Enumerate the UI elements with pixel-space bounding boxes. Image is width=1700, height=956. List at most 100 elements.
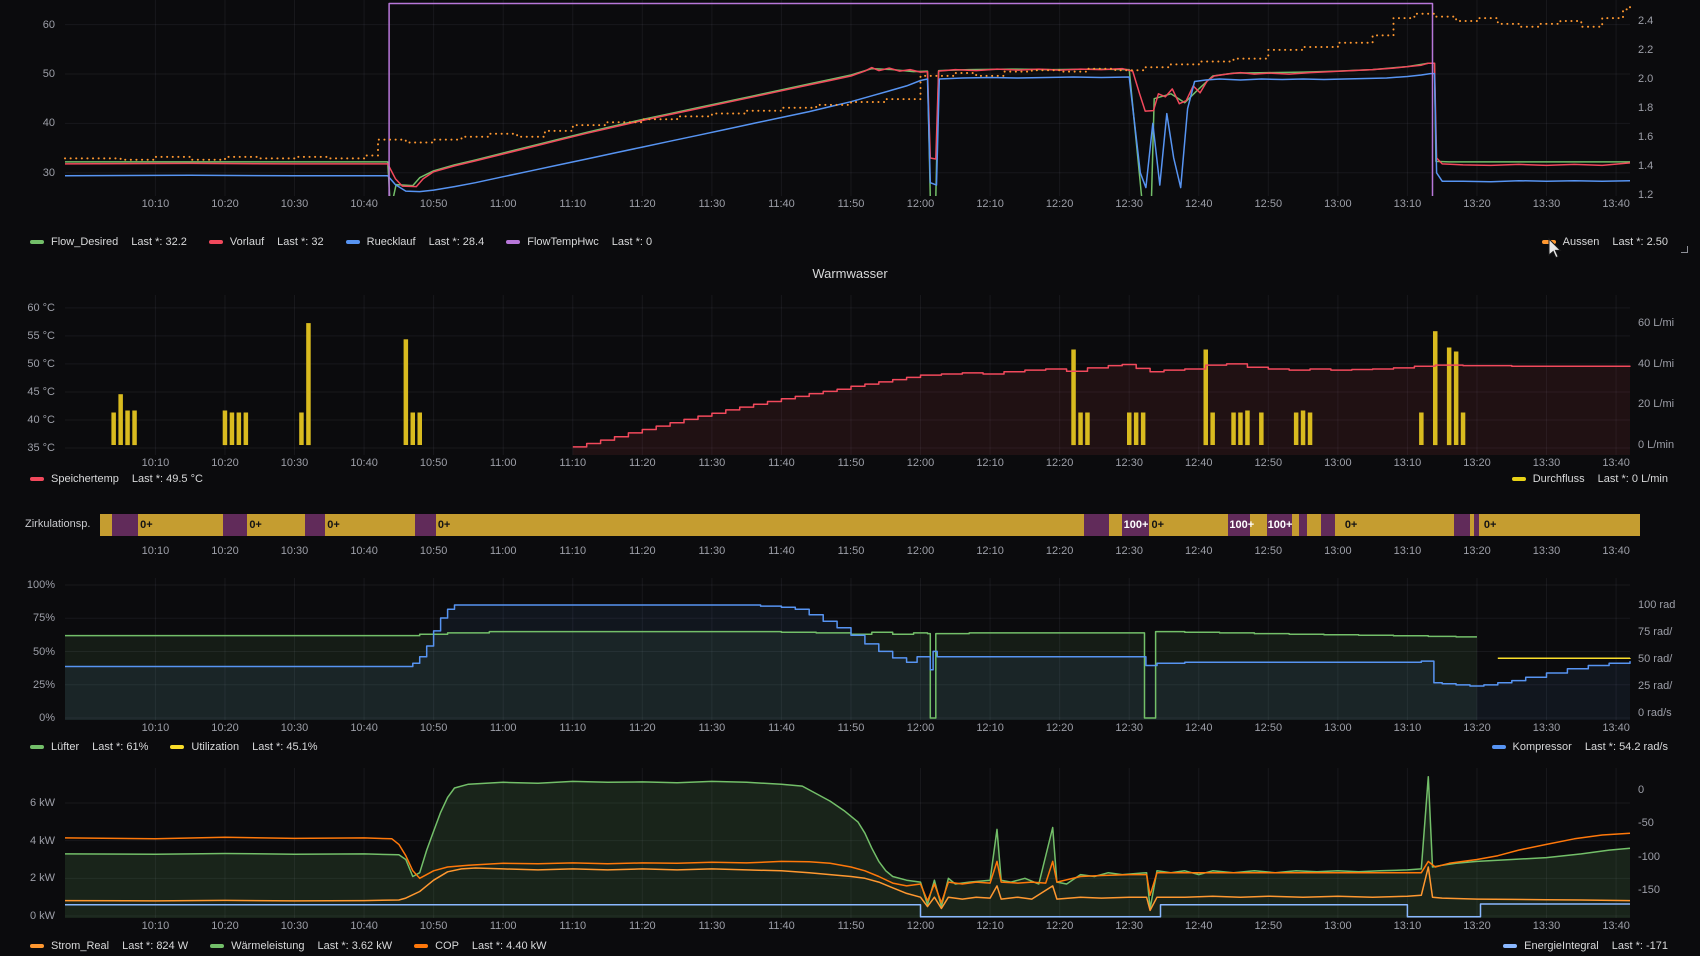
x-tick-label-warmwasser: 13:00	[1314, 457, 1362, 469]
grafana-dashboard: Warmwasser Zirkulationsp. 605040302.42.2…	[0, 0, 1700, 956]
x-tick-label-percent: 13:20	[1453, 722, 1501, 734]
legend-last-value: Last *: 4.40 kW	[472, 940, 547, 952]
y-axis-label-left-percent: 25%	[0, 678, 55, 692]
y-axis-label-right-heizkreis: 2.4	[1638, 14, 1653, 28]
legend-item-vorlauf[interactable]: VorlaufLast *: 32	[209, 236, 324, 248]
y-axis-label-left-power: 4 kW	[0, 834, 55, 848]
legend-item-energieintegral[interactable]: EnergieIntegralLast *: -171	[1503, 940, 1668, 952]
legend-item-cop[interactable]: COP Last *: 4.40 kW	[414, 940, 546, 952]
state-value-label: 0+	[438, 514, 451, 536]
state-segment-alt[interactable]	[112, 514, 138, 536]
y-axis-label-right-warmwasser: 60 L/mi	[1638, 316, 1674, 330]
y-axis-label-right-percent: 50 rad/	[1638, 652, 1672, 666]
state-segment-alt[interactable]	[223, 514, 247, 536]
y-axis-label-right-power: 0	[1638, 783, 1644, 797]
x-tick-label-percent: 10:40	[340, 722, 388, 734]
legend-series-name: COP	[435, 940, 459, 952]
x-tick-label-heizkreis: 10:20	[201, 198, 249, 210]
state-segment-alt[interactable]	[1321, 514, 1335, 536]
x-tick-label-percent: 10:20	[201, 722, 249, 734]
x-tick-label-warmwasser: 10:20	[201, 457, 249, 469]
y-axis-label-left-warmwasser: 50 °C	[0, 357, 55, 371]
legend-item-l-fter[interactable]: LüfterLast *: 61%	[30, 741, 148, 753]
chart-percent[interactable]	[0, 578, 1700, 720]
legend-last-value: Last *: 0	[612, 236, 652, 248]
state-segment-alt[interactable]	[1454, 514, 1470, 536]
x-tick-label-percent: 11:10	[549, 722, 597, 734]
x-tick-label-zirkulation: 11:30	[688, 545, 736, 557]
legend-last-value: Last *: 824 W	[122, 940, 188, 952]
x-tick-label-warmwasser: 12:00	[897, 457, 945, 469]
x-tick-label-zirkulation: 12:00	[897, 545, 945, 557]
legend-series-name: Lüfter	[51, 741, 79, 753]
legend-series-name: Utilization	[191, 741, 239, 753]
y-axis-label-left-power: 2 kW	[0, 871, 55, 885]
panel-resize-handle-icon[interactable]	[1681, 246, 1688, 253]
chart-power[interactable]	[0, 768, 1700, 918]
legend-swatch	[506, 240, 520, 244]
legend-item-strom-real[interactable]: Strom_RealLast *: 824 W	[30, 940, 188, 952]
x-tick-label-heizkreis: 12:20	[1036, 198, 1084, 210]
legend-item-flowtemphwc[interactable]: FlowTempHwcLast *: 0	[506, 236, 652, 248]
legend-item-durchfluss[interactable]: DurchflussLast *: 0 L/min	[1512, 473, 1668, 485]
legend-item-ruecklauf[interactable]: RuecklaufLast *: 28.4	[346, 236, 485, 248]
legend-swatch	[1512, 477, 1526, 481]
x-tick-label-power: 10:10	[131, 920, 179, 932]
legend-swatch	[30, 240, 44, 244]
x-tick-label-power: 12:30	[1105, 920, 1153, 932]
y-axis-label-left-percent: 0%	[0, 711, 55, 725]
legend-percent-left: LüfterLast *: 61% UtilizationLast *: 45.1…	[30, 741, 318, 753]
legend-series-name: Durchfluss	[1533, 473, 1585, 485]
legend-heizkreis-left: Flow_DesiredLast *: 32.2 VorlaufLast *: 3…	[30, 236, 652, 248]
y-axis-label-left-power: 6 kW	[0, 796, 55, 810]
mouse-cursor-icon	[1548, 238, 1564, 260]
legend-swatch	[1503, 944, 1517, 948]
x-tick-label-warmwasser: 13:20	[1453, 457, 1501, 469]
legend-last-value: Last *: 32	[277, 236, 323, 248]
x-tick-label-heizkreis: 13:40	[1592, 198, 1640, 210]
y-axis-label-right-percent: 25 rad/	[1638, 679, 1672, 693]
state-segment-alt[interactable]	[1474, 514, 1479, 536]
x-tick-label-power: 13:10	[1383, 920, 1431, 932]
state-segment-alt[interactable]	[305, 514, 325, 536]
x-tick-label-power: 12:00	[897, 920, 945, 932]
x-tick-label-heizkreis: 10:40	[340, 198, 388, 210]
x-tick-label-percent: 11:50	[827, 722, 875, 734]
state-segment-alt[interactable]	[1299, 514, 1307, 536]
legend-swatch	[30, 944, 44, 948]
legend-series-name: Speichertemp	[51, 473, 119, 485]
y-axis-label-left-warmwasser: 40 °C	[0, 413, 55, 427]
legend-swatch	[346, 240, 360, 244]
state-segment-alt[interactable]	[415, 514, 436, 536]
x-tick-label-warmwasser: 11:50	[827, 457, 875, 469]
legend-item-kompressor[interactable]: KompressorLast *: 54.2 rad/s	[1492, 741, 1668, 753]
x-tick-label-warmwasser: 12:10	[966, 457, 1014, 469]
legend-item-speichertemp[interactable]: SpeichertempLast *: 49.5 °C	[30, 473, 203, 485]
x-tick-label-power: 13:00	[1314, 920, 1362, 932]
legend-item-w-rmeleistung[interactable]: WärmeleistungLast *: 3.62 kW	[210, 940, 392, 952]
legend-series-name: Kompressor	[1513, 741, 1572, 753]
legend-power-right: EnergieIntegralLast *: -171	[1503, 940, 1668, 952]
y-axis-label-right-power: -50	[1638, 816, 1654, 830]
chart-warmwasser[interactable]	[0, 295, 1700, 455]
x-tick-label-heizkreis: 12:30	[1105, 198, 1153, 210]
legend-percent-right: KompressorLast *: 54.2 rad/s	[1492, 741, 1668, 753]
x-tick-label-zirkulation: 10:50	[410, 545, 458, 557]
x-tick-label-warmwasser: 12:40	[1175, 457, 1223, 469]
x-tick-label-power: 10:40	[340, 920, 388, 932]
y-axis-label-right-percent: 0 rad/s	[1638, 706, 1672, 720]
x-tick-label-percent: 12:20	[1036, 722, 1084, 734]
x-tick-label-power: 12:10	[966, 920, 1014, 932]
legend-warmwasser-right: DurchflussLast *: 0 L/min	[1512, 473, 1668, 485]
chart-heizkreis[interactable]	[0, 0, 1700, 196]
x-tick-label-percent: 12:10	[966, 722, 1014, 734]
y-axis-label-right-warmwasser: 0 L/min	[1638, 438, 1674, 452]
state-segment-alt[interactable]	[1084, 514, 1109, 536]
y-axis-label-left-heizkreis: 30	[0, 166, 55, 180]
x-tick-label-warmwasser: 10:40	[340, 457, 388, 469]
x-tick-label-power: 10:20	[201, 920, 249, 932]
legend-item-flow-desired[interactable]: Flow_DesiredLast *: 32.2	[30, 236, 187, 248]
legend-item-utilization[interactable]: UtilizationLast *: 45.1%	[170, 741, 317, 753]
x-tick-label-warmwasser: 10:10	[131, 457, 179, 469]
x-tick-label-percent: 13:10	[1383, 722, 1431, 734]
